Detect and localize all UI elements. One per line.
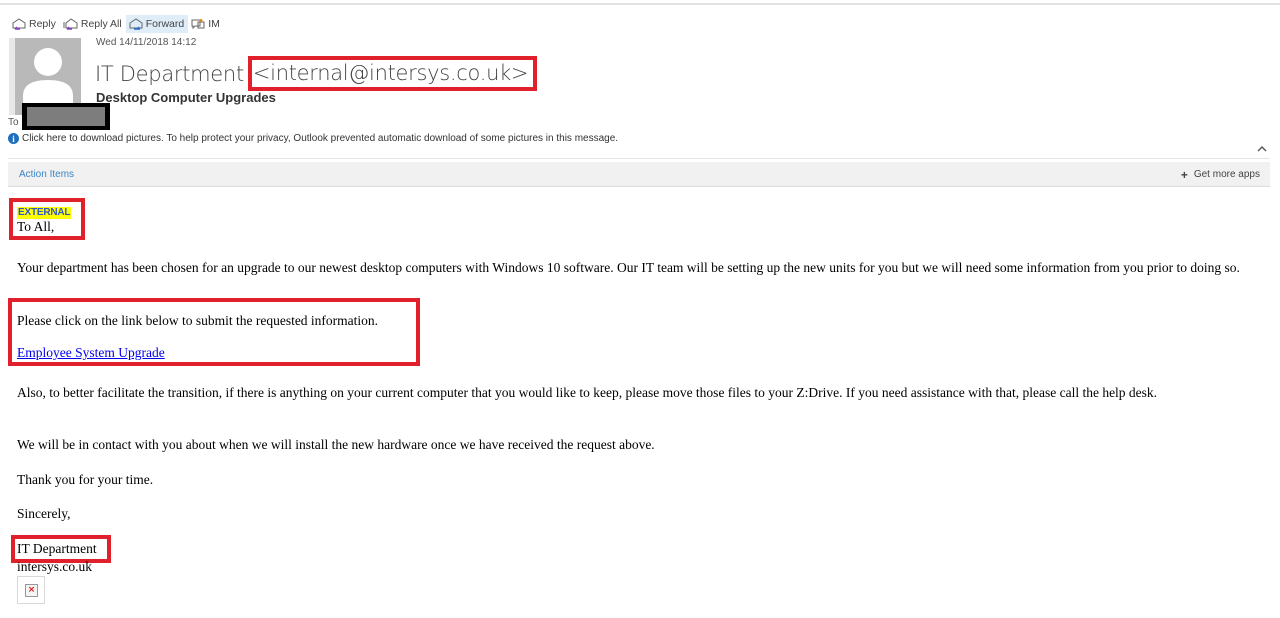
- info-icon: i: [8, 133, 19, 144]
- external-tag: EXTERNAL: [17, 207, 72, 219]
- forward-icon: [129, 18, 143, 30]
- reply-all-button[interactable]: Reply All: [60, 15, 126, 33]
- reply-button[interactable]: Reply: [9, 15, 60, 33]
- message-toolbar: Reply Reply All Forward IM: [9, 15, 224, 33]
- signature-domain: intersys.co.uk: [17, 559, 92, 574]
- im-icon: [191, 19, 205, 30]
- header-divider: [8, 158, 1270, 159]
- plus-icon: +: [1180, 167, 1188, 182]
- message-date: Wed 14/11/2018 14:12: [96, 37, 197, 48]
- body-paragraph-2: Please click on the link below to submit…: [17, 313, 379, 328]
- reply-icon: [12, 18, 26, 30]
- reply-label: Reply: [29, 18, 56, 30]
- sender-name: IT Department: [95, 61, 244, 86]
- reply-all-icon: [63, 18, 78, 30]
- download-pictures-bar[interactable]: i Click here to download pictures. To he…: [8, 133, 618, 144]
- body-paragraph-4: We will be in contact with you about whe…: [17, 437, 655, 452]
- chevron-up-icon: [1257, 146, 1267, 152]
- closing: Sincerely,: [17, 506, 71, 521]
- forward-button[interactable]: Forward: [125, 15, 189, 33]
- message-subject: Desktop Computer Upgrades: [96, 90, 276, 105]
- sender: IT Department <internal@intersys.co.uk>: [95, 56, 538, 91]
- im-label: IM: [208, 18, 220, 30]
- body-paragraph-5: Thank you for your time.: [17, 472, 154, 487]
- redacted-recipient: [22, 103, 110, 130]
- broken-image-icon: ×: [25, 584, 38, 597]
- forward-label: Forward: [145, 18, 185, 30]
- greeting: To All,: [17, 219, 55, 234]
- download-pictures-text: Click here to download pictures. To help…: [22, 133, 619, 144]
- im-button[interactable]: IM: [188, 15, 224, 33]
- broken-image-placeholder[interactable]: ×: [17, 576, 45, 604]
- body-paragraph-3: Also, to better facilitate the transitio…: [17, 385, 1158, 400]
- signature-name: IT Department: [17, 541, 97, 556]
- reply-all-label: Reply All: [80, 18, 122, 30]
- top-divider: [0, 3, 1280, 5]
- redaction-block: [27, 107, 105, 126]
- to-label: To: [8, 117, 19, 128]
- body-paragraph-1: Your department has been chosen for an u…: [17, 260, 1240, 275]
- get-more-apps-button[interactable]: + Get more apps: [1180, 167, 1260, 182]
- sender-email[interactable]: <internal@intersys.co.uk>: [247, 56, 538, 91]
- employee-system-upgrade-link[interactable]: Employee System Upgrade: [17, 345, 165, 361]
- action-items-link[interactable]: Action Items: [19, 169, 74, 180]
- collapse-header-button[interactable]: [1255, 140, 1269, 152]
- action-bar: Action Items + Get more apps: [8, 162, 1270, 187]
- get-more-apps-label: Get more apps: [1193, 169, 1260, 180]
